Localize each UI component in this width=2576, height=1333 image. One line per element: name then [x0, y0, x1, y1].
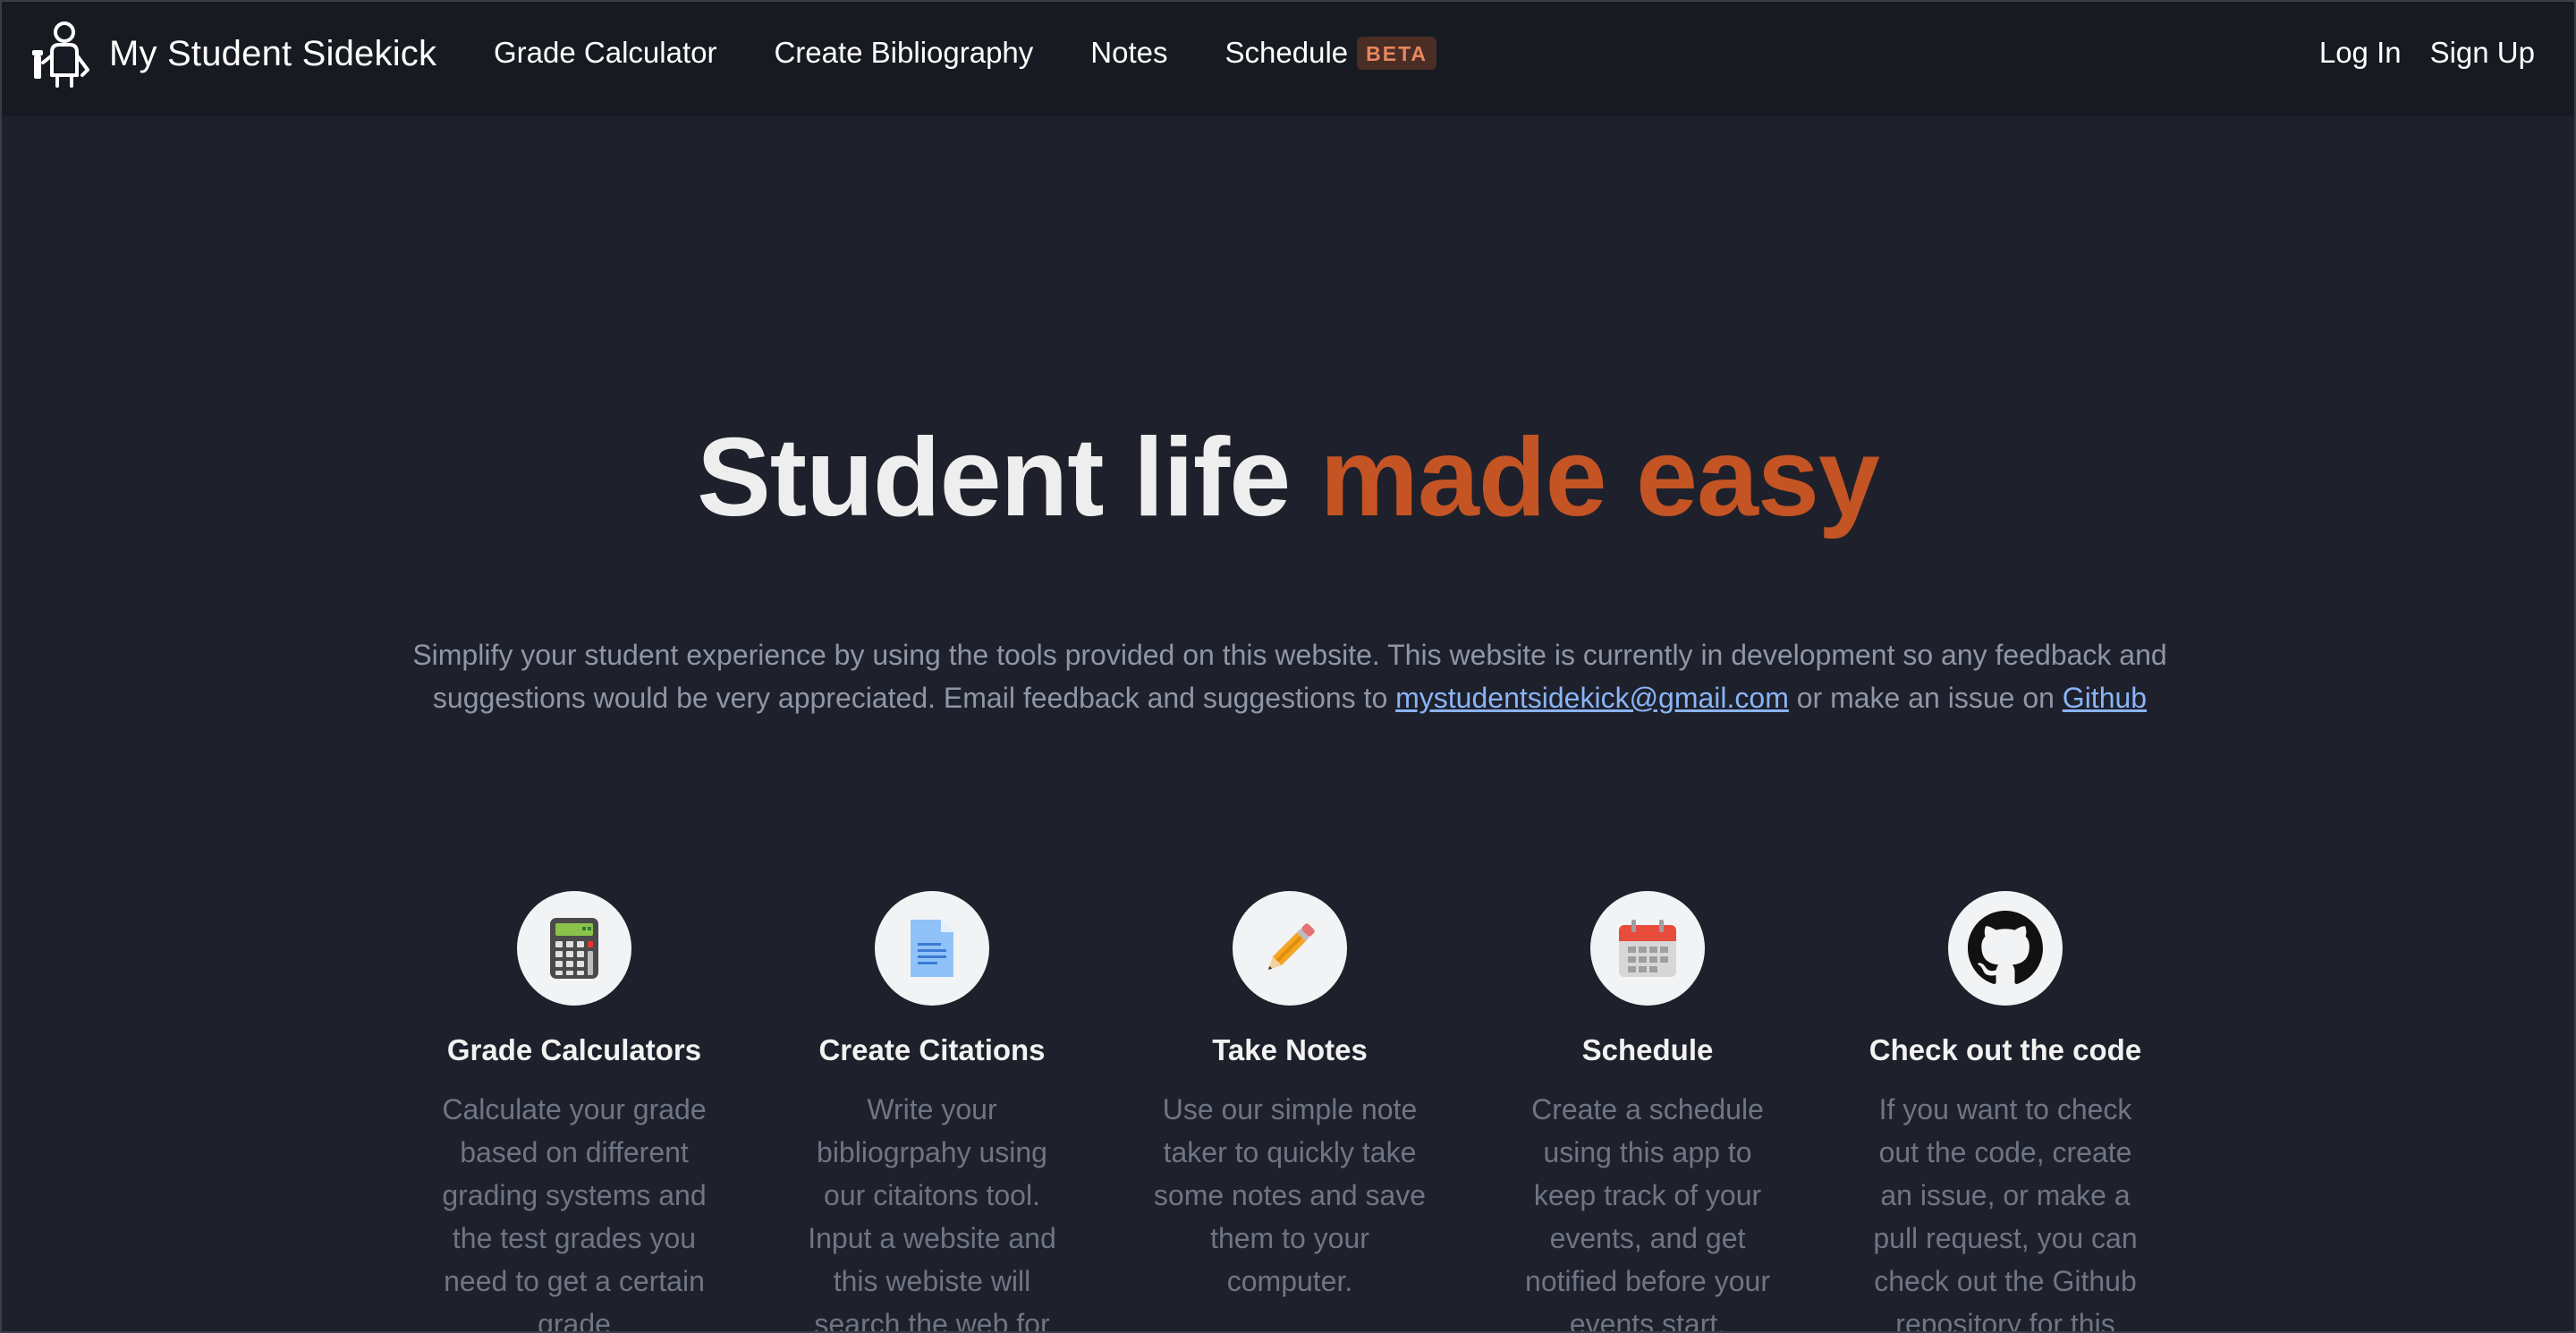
- calendar-icon: [1590, 891, 1705, 1006]
- feature-text: Calculate your grade based on different …: [442, 1093, 707, 1333]
- nav-create-bibliography[interactable]: Create Bibliography: [774, 36, 1033, 70]
- feature-grade-calculators: Grade Calculators Calculate your grade b…: [422, 891, 726, 1333]
- beta-badge: BETA: [1357, 36, 1437, 70]
- brand-name: My Student Sidekick: [109, 33, 437, 73]
- calculator-icon: [517, 891, 631, 1006]
- page: My Student Sidekick Grade Calculator Cre…: [0, 0, 2576, 1333]
- brand-link[interactable]: My Student Sidekick: [30, 20, 436, 88]
- feature-title: Create Citations: [818, 1033, 1046, 1066]
- nav-grade-calculator[interactable]: Grade Calculator: [494, 36, 716, 70]
- github-icon[interactable]: [1948, 891, 2063, 1006]
- feature-text: Create a schedule using this app to keep…: [1525, 1093, 1770, 1333]
- email-link[interactable]: mystudentsidekick@gmail.com: [1395, 682, 1789, 714]
- feature-take-notes: Take Notes Use our simple note taker to …: [1138, 891, 1442, 1303]
- feature-text: If you want to check out the code, creat…: [1873, 1093, 2138, 1333]
- signup-link[interactable]: Sign Up: [2430, 36, 2535, 70]
- feature-create-citations: Create Citations Write your bibliogrpahy…: [780, 891, 1084, 1333]
- features-section: Grade Calculators Calculate your grade b…: [2, 891, 2574, 1333]
- hero-description-middle: or make an issue on: [1788, 682, 2063, 714]
- document-icon: [875, 891, 989, 1006]
- feature-check-out-code: Check out the code If you want to check …: [1853, 891, 2157, 1333]
- github-link[interactable]: Github: [2063, 682, 2147, 714]
- feature-title: Take Notes: [1212, 1033, 1368, 1066]
- feature-text: Write your bibliogrpahy using our citait…: [808, 1093, 1056, 1333]
- hero-title-plain: Student life: [697, 416, 1320, 539]
- nav-schedule-label: Schedule: [1224, 36, 1349, 69]
- feature-title: Grade Calculators: [446, 1033, 702, 1066]
- auth-links: Log In Sign Up: [2291, 36, 2535, 70]
- feature-text: Use our simple note taker to quickly tak…: [1153, 1093, 1427, 1297]
- navbar: My Student Sidekick Grade Calculator Cre…: [2, 2, 2574, 116]
- feature-title: Schedule: [1581, 1033, 1714, 1066]
- nav-links: Grade Calculator Create Bibliography Not…: [494, 36, 1494, 70]
- feature-schedule: Schedule Create a schedule using this ap…: [1496, 891, 1800, 1333]
- nav-notes[interactable]: Notes: [1090, 36, 1167, 70]
- hero-title: Student life made easy: [2, 415, 2574, 540]
- hero-title-accent: made easy: [1319, 416, 1880, 539]
- feature-title: Check out the code: [1868, 1033, 2142, 1066]
- hero-description: Simplify your student experience by usin…: [395, 633, 2184, 719]
- login-link[interactable]: Log In: [2319, 36, 2402, 70]
- nav-schedule[interactable]: Schedule BETA: [1225, 36, 1437, 70]
- pencil-icon: [1233, 891, 1347, 1006]
- sidekick-logo-icon: [32, 21, 89, 88]
